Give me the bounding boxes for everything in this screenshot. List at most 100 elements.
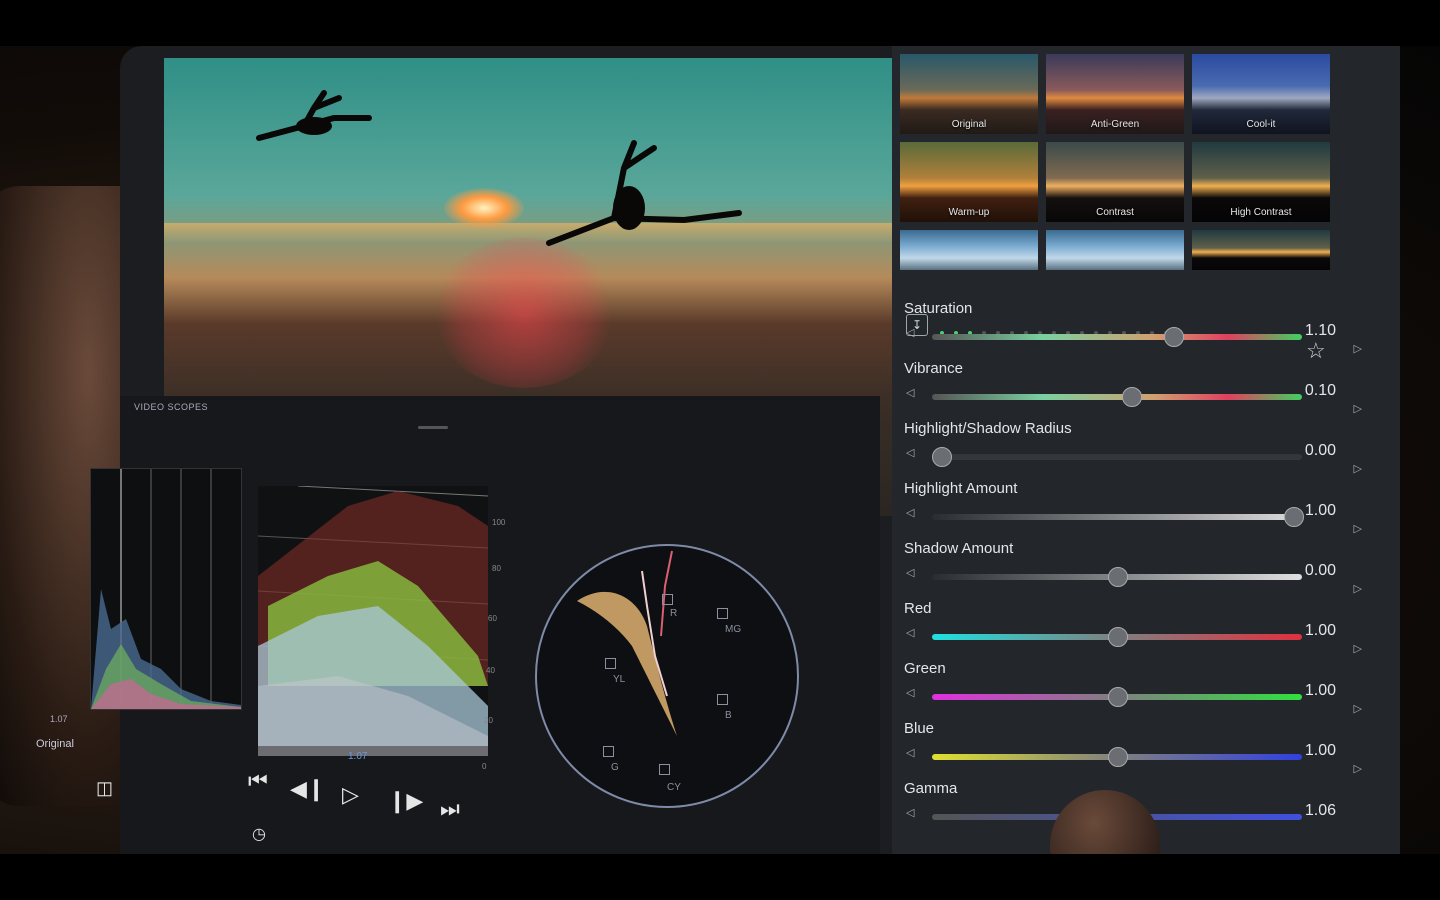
preset-thumbnail[interactable] bbox=[1046, 230, 1184, 270]
waveform-scope bbox=[258, 486, 488, 756]
decrement-arrow-icon[interactable]: ◁ bbox=[906, 446, 914, 459]
skip-to-end-icon[interactable]: ⏭ bbox=[440, 796, 460, 822]
decrement-arrow-icon[interactable]: ◁ bbox=[906, 626, 914, 639]
waveform-tick-60: 60 bbox=[488, 614, 497, 623]
waveform-tick-20: 20 bbox=[484, 716, 493, 725]
increment-arrow-icon[interactable]: ▷ bbox=[1354, 402, 1362, 415]
vectorscope-b-label: B bbox=[725, 710, 732, 721]
shadow-amount-label: Shadow Amount bbox=[904, 540, 1014, 557]
waveform-tick-0: 0 bbox=[482, 762, 487, 771]
waveform-tick-100: 100 bbox=[492, 518, 506, 527]
red-label: Red bbox=[904, 600, 932, 617]
green-control: Green ◁ 1.00 ▷ bbox=[892, 660, 1362, 724]
highlight-shadow-radius-slider[interactable] bbox=[932, 447, 1302, 467]
highlight-amount-value: 1.00 bbox=[1304, 502, 1336, 519]
saturation-label: Saturation bbox=[904, 300, 973, 317]
increment-arrow-icon[interactable]: ▷ bbox=[1354, 582, 1362, 595]
green-slider-thumb[interactable] bbox=[1108, 687, 1128, 707]
decrement-arrow-icon[interactable]: ◁ bbox=[906, 326, 914, 339]
original-toggle[interactable]: Original bbox=[36, 738, 74, 750]
preset-thumbnail[interactable] bbox=[1192, 230, 1330, 270]
vectorscope-g-target bbox=[603, 746, 614, 757]
photo-scene: VIDEO SCOPES 1.07 Original 100 80 60 40 … bbox=[0, 46, 1440, 854]
decrement-arrow-icon[interactable]: ◁ bbox=[906, 746, 914, 759]
step-forward-icon[interactable]: ❙▶ bbox=[388, 788, 423, 814]
blue-control: Blue ◁ 1.00 ▷ bbox=[892, 720, 1362, 784]
saturation-slider-thumb[interactable] bbox=[1164, 327, 1184, 347]
histogram-value: 1.07 bbox=[50, 714, 68, 724]
increment-arrow-icon[interactable]: ▷ bbox=[1354, 702, 1362, 715]
panel-resize-handle[interactable] bbox=[418, 426, 448, 429]
color-adjust-sidebar: Original Anti-Green Cool-it Warm-up Cont… bbox=[892, 46, 1400, 854]
skydiver-left bbox=[256, 90, 372, 141]
waveform-tick-80: 80 bbox=[492, 564, 501, 573]
shadow-amount-control: Shadow Amount ◁ 0.00 ▷ bbox=[892, 540, 1362, 604]
play-icon[interactable]: ▷ bbox=[342, 782, 359, 808]
vibrance-value: 0.10 bbox=[1304, 382, 1336, 399]
highlight-shadow-radius-slider-thumb[interactable] bbox=[932, 447, 952, 467]
preset-warm-up[interactable]: Warm-up bbox=[900, 142, 1038, 222]
video-scopes-panel: VIDEO SCOPES 1.07 Original 100 80 60 40 … bbox=[36, 396, 880, 854]
increment-arrow-icon[interactable]: ▷ bbox=[1354, 342, 1362, 355]
skydiver-right bbox=[546, 140, 742, 246]
gamma-value: 1.06 bbox=[1304, 802, 1336, 819]
red-slider-thumb[interactable] bbox=[1108, 627, 1128, 647]
highlight-shadow-radius-value: 0.00 bbox=[1304, 442, 1336, 459]
increment-arrow-icon[interactable]: ▷ bbox=[1354, 462, 1362, 475]
vectorscope-b-target bbox=[717, 694, 728, 705]
sun bbox=[444, 188, 524, 228]
preset-label: Contrast bbox=[1096, 207, 1134, 218]
saturation-value: 1.10 bbox=[1304, 322, 1336, 339]
preset-original[interactable]: Original bbox=[900, 54, 1038, 134]
increment-arrow-icon[interactable]: ▷ bbox=[1354, 762, 1362, 775]
saturation-slider[interactable] bbox=[932, 327, 1302, 347]
increment-arrow-icon[interactable]: ▷ bbox=[1354, 522, 1362, 535]
vectorscope: R MG YL B G CY bbox=[535, 544, 799, 808]
decrement-arrow-icon[interactable]: ◁ bbox=[906, 386, 914, 399]
decrement-arrow-icon[interactable]: ◁ bbox=[906, 806, 914, 819]
transport-controls: ◫ ⏮ ◀❙ ▷ ❙▶ ⏭ ◷ bbox=[96, 768, 880, 854]
highlight-amount-slider-thumb[interactable] bbox=[1284, 507, 1304, 527]
skip-to-start-icon[interactable]: ⏮ bbox=[248, 768, 268, 794]
vectorscope-mg-label: MG bbox=[725, 624, 742, 635]
highlight-shadow-radius-control: Highlight/Shadow Radius ◁ 0.00 ▷ bbox=[892, 420, 1362, 484]
decrement-arrow-icon[interactable]: ◁ bbox=[906, 566, 914, 579]
shadow-amount-slider-thumb[interactable] bbox=[1108, 567, 1128, 587]
increment-arrow-icon[interactable]: ▷ bbox=[1354, 642, 1362, 655]
red-value: 1.00 bbox=[1304, 622, 1336, 639]
preset-thumbnail[interactable] bbox=[900, 230, 1038, 270]
lens-flare bbox=[434, 238, 614, 388]
decrement-arrow-icon[interactable]: ◁ bbox=[906, 506, 914, 519]
vibrance-control: Vibrance ◁ 0.10 ▷ bbox=[892, 360, 1362, 424]
preset-label: Warm-up bbox=[948, 207, 990, 218]
blue-slider-thumb[interactable] bbox=[1108, 747, 1128, 767]
vectorscope-yl-label: YL bbox=[613, 674, 626, 685]
highlight-shadow-radius-label: Highlight/Shadow Radius bbox=[904, 420, 1072, 437]
vectorscope-cy-target bbox=[659, 764, 670, 775]
vectorscope-yl-target bbox=[605, 658, 616, 669]
preset-label: Cool-it bbox=[1246, 119, 1276, 130]
blue-value: 1.00 bbox=[1304, 742, 1336, 759]
highlight-amount-label: Highlight Amount bbox=[904, 480, 1018, 497]
clip-library-icon[interactable]: ◫ bbox=[96, 778, 113, 799]
transport-timecode: 1.07 bbox=[348, 751, 368, 762]
green-label: Green bbox=[904, 660, 946, 677]
preset-anti-green[interactable]: Anti-Green bbox=[1046, 54, 1184, 134]
preset-label: High Contrast bbox=[1230, 207, 1292, 218]
red-slider[interactable] bbox=[932, 627, 1302, 647]
red-control: Red ◁ 1.00 ▷ bbox=[892, 600, 1362, 664]
playback-speed-icon[interactable]: ◷ bbox=[252, 824, 266, 844]
decrement-arrow-icon[interactable]: ◁ bbox=[906, 686, 914, 699]
blue-slider[interactable] bbox=[932, 747, 1302, 767]
shadow-amount-slider[interactable] bbox=[932, 567, 1302, 587]
histogram bbox=[90, 468, 242, 710]
green-slider[interactable] bbox=[932, 687, 1302, 707]
highlight-amount-slider[interactable] bbox=[932, 507, 1304, 527]
gamma-label: Gamma bbox=[904, 780, 958, 797]
preset-high-contrast[interactable]: High Contrast bbox=[1192, 142, 1330, 222]
preset-contrast[interactable]: Contrast bbox=[1046, 142, 1184, 222]
step-back-icon[interactable]: ◀❙ bbox=[290, 776, 325, 802]
vibrance-slider-thumb[interactable] bbox=[1122, 387, 1142, 407]
vibrance-slider[interactable] bbox=[932, 387, 1302, 407]
preset-cool-it[interactable]: Cool-it bbox=[1192, 54, 1330, 134]
